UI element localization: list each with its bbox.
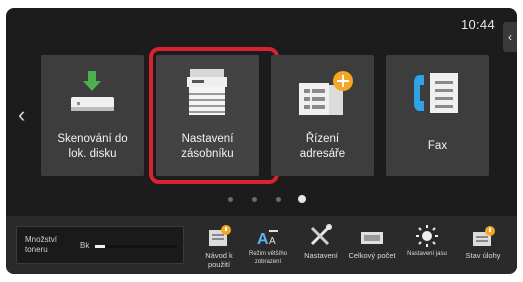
tile-label: Nastavení zásobníku bbox=[181, 133, 234, 160]
shortcut-label: Celkový počet bbox=[348, 251, 396, 260]
chevron-left-icon: ‹ bbox=[508, 30, 512, 44]
clock: 10:44 bbox=[460, 17, 495, 32]
svg-text:A: A bbox=[269, 236, 276, 247]
tile-scan-to-local-disk[interactable]: Skenování do lok. disku bbox=[41, 55, 144, 176]
shortcut-label: Návod k použití bbox=[205, 251, 233, 269]
toner-title: Množství toneru bbox=[25, 235, 58, 254]
fax-icon bbox=[386, 69, 489, 119]
page-dot[interactable] bbox=[252, 197, 257, 202]
shortcut-label: Nastavení bbox=[304, 251, 338, 260]
shortcut-label: Nastavení jasu bbox=[407, 251, 447, 257]
shortcut-brightness[interactable]: Nastavení jasu bbox=[402, 220, 452, 272]
job-status-icon bbox=[458, 220, 508, 248]
shortcut-label: Stav úlohy bbox=[465, 251, 501, 260]
page-indicator bbox=[6, 195, 517, 203]
page-dot[interactable] bbox=[228, 197, 233, 202]
chevron-left-icon: ‹ bbox=[18, 102, 26, 127]
back-button[interactable]: ‹ bbox=[503, 22, 517, 52]
touch-screen: 10:44 ‹ ‹ Skenování do lok. disku Nastav… bbox=[6, 8, 517, 274]
tile-tray-settings[interactable]: Nastavení zásobníku bbox=[156, 55, 259, 176]
tile-fax[interactable]: Fax bbox=[386, 55, 489, 176]
shortcut-label: Režim většího zobrazení bbox=[248, 251, 287, 265]
manual-icon bbox=[194, 220, 244, 248]
toner-channel-label: Bk bbox=[80, 241, 90, 250]
address-book-icon bbox=[271, 69, 374, 119]
tile-label: Řízení adresáře bbox=[299, 133, 346, 160]
shortcut-settings[interactable]: Nastavení bbox=[296, 220, 346, 272]
toner-level-fill bbox=[95, 245, 105, 248]
previous-page-button[interactable]: ‹ bbox=[18, 104, 25, 126]
shortcut-job-status[interactable]: Stav úlohy bbox=[458, 220, 508, 272]
page-dot[interactable] bbox=[276, 197, 281, 202]
toner-level-bar bbox=[95, 245, 177, 248]
toner-level-widget[interactable]: Množství toneru Bk bbox=[16, 226, 184, 264]
settings-tools-icon bbox=[296, 220, 346, 248]
tile-label: Skenování do lok. disku bbox=[57, 133, 128, 160]
device-bezel: 10:44 ‹ ‹ Skenování do lok. disku Nastav… bbox=[0, 0, 523, 282]
svg-text:A: A bbox=[257, 231, 269, 248]
page-dot-active[interactable] bbox=[298, 195, 306, 203]
shortcut-user-manual[interactable]: Návod k použití bbox=[194, 220, 244, 272]
printer-tray-icon bbox=[156, 69, 259, 119]
shortcut-total-count[interactable]: Celkový počet bbox=[347, 220, 397, 272]
shortcut-large-display[interactable]: A A Režim většího zobrazení bbox=[243, 220, 293, 272]
tile-address-book[interactable]: Řízení adresáře bbox=[271, 55, 374, 176]
bottom-bar: Množství toneru Bk Návod k použití A A R… bbox=[6, 216, 517, 274]
text-size-icon: A A bbox=[243, 220, 293, 248]
counter-icon bbox=[347, 220, 397, 248]
brightness-icon bbox=[402, 220, 452, 248]
scan-to-disk-icon bbox=[41, 69, 144, 119]
tile-label: Fax bbox=[427, 140, 448, 152]
